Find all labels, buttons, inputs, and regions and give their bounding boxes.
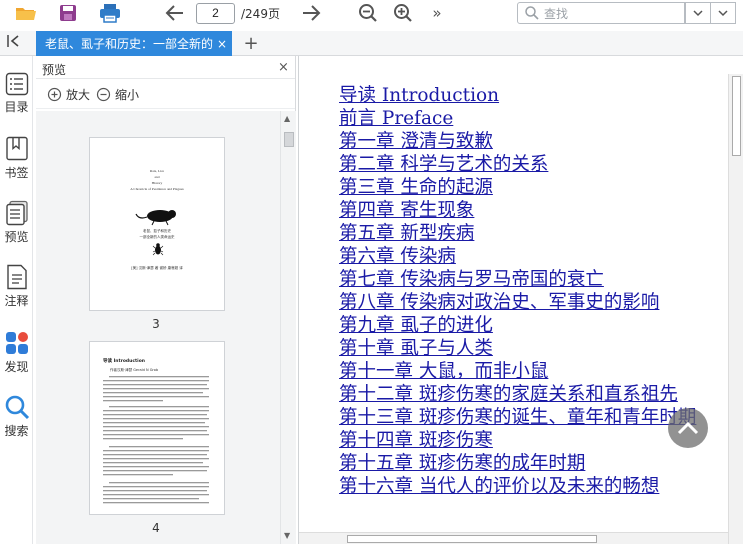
thumb-3-line: [美] 汉斯·津瑟 著 谢桥 康睿超 译: [131, 266, 183, 270]
toc-link[interactable]: 第三章 生命的起源: [339, 176, 696, 199]
toc-link[interactable]: 前言 Preface: [339, 107, 696, 130]
rail-item-discover[interactable]: 发现: [0, 330, 33, 375]
scroll-down-icon[interactable]: ▼: [284, 531, 290, 540]
chevron-up-icon: [677, 421, 699, 435]
tab-document[interactable]: 老鼠、虱子和历史：一部全新的 ×: [36, 31, 232, 56]
page-total-label: /249页: [241, 7, 280, 21]
toc-link[interactable]: 第七章 传染病与罗马帝国的衰亡: [339, 268, 696, 291]
thumbnail-page-3[interactable]: Rats, Lice and History A Chronicle of Pe…: [89, 137, 225, 311]
thumb-4-subtitle: 作者汉斯·津瑟 Gerald N Grob: [110, 368, 159, 372]
rail-item-annotation[interactable]: 注释: [0, 264, 33, 309]
page-number-input[interactable]: 2: [196, 3, 235, 24]
thumbnail-list: Rats, Lice and History A Chronicle of Pe…: [36, 111, 280, 544]
preview-header: 预览 ×: [36, 56, 295, 79]
toc-icon: [5, 72, 28, 96]
discover-icon: [5, 332, 28, 354]
toc-link[interactable]: 第二章 科学与艺术的关系: [339, 153, 696, 176]
toc-link[interactable]: 第十三章 斑疹伤寒的诞生、童年和青年时期: [339, 406, 696, 429]
preview-zoom-in-button[interactable]: 放大: [47, 86, 90, 103]
save-icon[interactable]: [56, 1, 80, 25]
rail-label-preview: 预览: [4, 230, 29, 244]
louse-illustration: [152, 243, 164, 256]
toc-link[interactable]: 导读 Introduction: [339, 84, 696, 107]
horizontal-scroll-thumb[interactable]: [347, 535, 597, 543]
toc-link[interactable]: 第六章 传染病: [339, 245, 696, 268]
preview-zoom-bar: 放大 缩小: [36, 79, 295, 109]
thumb-4-text-block: [103, 376, 209, 504]
toc-link[interactable]: 第九章 虱子的进化: [339, 314, 696, 337]
preview-icon: [5, 200, 28, 226]
toc-link[interactable]: 第一章 澄清与致歉: [339, 130, 696, 153]
back-to-top-button[interactable]: [668, 408, 708, 448]
tab-close-icon[interactable]: ×: [217, 37, 227, 51]
search-prev-icon[interactable]: [685, 2, 711, 24]
more-icon[interactable]: »: [425, 1, 449, 25]
vertical-scroll-thumb[interactable]: [732, 76, 741, 156]
preview-panel: 预览 × 放大 缩小 Rats, Lice and History A Chro…: [36, 56, 296, 544]
toc-link[interactable]: 第五章 新型疾病: [339, 222, 696, 245]
tab-label: 老鼠、虱子和历史：一部全新的: [45, 37, 213, 51]
rail-label-bookmark: 书签: [4, 166, 29, 180]
prev-page-icon[interactable]: [163, 1, 187, 25]
thumb-3-line: 一部全新的人类命运史: [139, 235, 175, 239]
search-next-icon[interactable]: [710, 2, 736, 24]
vertical-scrollbar[interactable]: [728, 74, 743, 544]
horizontal-scrollbar[interactable]: [299, 532, 729, 544]
scroll-up-icon[interactable]: ▲: [284, 114, 290, 123]
search-field-icon: [525, 6, 539, 20]
bookmark-icon: [5, 136, 28, 161]
toolbar: 2 /249页 » 查找: [0, 0, 743, 28]
toc-link[interactable]: 第十二章 斑疹伤寒的家庭关系和直系祖先: [339, 383, 696, 406]
document-page: 导读 Introduction 前言 Preface 第一章 澄清与致歉 第二章…: [298, 56, 729, 544]
toc-link[interactable]: 第十四章 斑疹伤寒: [339, 429, 696, 452]
zoom-in-icon: [47, 87, 62, 102]
search-placeholder: 查找: [544, 6, 569, 21]
toc-link[interactable]: 第十六章 当代人的评价以及未来的畅想: [339, 475, 696, 498]
thumbnail-page-number: 3: [152, 317, 160, 331]
table-of-contents: 导读 Introduction 前言 Preface 第一章 澄清与致歉 第二章…: [339, 84, 696, 498]
rail-item-search[interactable]: 搜索: [0, 394, 33, 439]
rail-label-toc: 目录: [4, 100, 29, 114]
zoom-out-icon: [96, 87, 111, 102]
rat-illustration: [135, 210, 176, 226]
rail-label-discover: 发现: [4, 360, 29, 374]
preview-scroll-thumb[interactable]: [284, 132, 294, 147]
document-view: 导读 Introduction 前言 Preface 第一章 澄清与致歉 第二章…: [298, 56, 743, 544]
thumbnail-page-4[interactable]: 导读 Introduction 作者汉斯·津瑟 Gerald N Grob: [89, 341, 225, 515]
toc-link[interactable]: 第八章 传染病对政治史、军事史的影响: [339, 291, 696, 314]
print-icon[interactable]: [98, 1, 122, 25]
zoom-out-label: 缩小: [115, 88, 140, 102]
rail-item-preview[interactable]: 预览: [0, 200, 33, 245]
zoom-in-label: 放大: [66, 88, 91, 102]
next-page-icon[interactable]: [299, 1, 323, 25]
toc-link[interactable]: 第十章 虱子与人类: [339, 337, 696, 360]
left-rail: 目录 书签 预览 注释 发现 搜索: [0, 56, 33, 544]
preview-close-icon[interactable]: ×: [278, 60, 289, 75]
rail-item-toc[interactable]: 目录: [0, 72, 33, 115]
preview-title: 预览: [42, 63, 67, 77]
rail-label-search: 搜索: [4, 424, 29, 438]
annotation-icon: [6, 264, 27, 290]
search-icon: [5, 395, 29, 420]
open-folder-icon[interactable]: [14, 1, 38, 25]
toc-link[interactable]: 第四章 寄生现象: [339, 199, 696, 222]
toc-link[interactable]: 第十五章 斑疹伤寒的成年时期: [339, 452, 696, 475]
thumb-4-title: 导读 Introduction: [103, 359, 145, 364]
zoom-in-icon[interactable]: [391, 1, 415, 25]
preview-zoom-out-button[interactable]: 缩小: [96, 86, 139, 103]
zoom-out-icon[interactable]: [356, 1, 380, 25]
thumbnail-page-number: 4: [152, 521, 160, 535]
collapse-sidebar-icon[interactable]: [6, 34, 26, 52]
rail-label-annotation: 注释: [4, 294, 29, 308]
new-tab-button[interactable]: +: [243, 33, 259, 54]
search-input[interactable]: 查找: [517, 2, 685, 24]
thumb-3-line: A Chronicle of Pestilence and Plagues: [130, 187, 184, 191]
rail-item-bookmark[interactable]: 书签: [0, 136, 33, 181]
toc-link[interactable]: 第十一章 大鼠，而非小鼠: [339, 360, 696, 383]
pdf-reader-window: 2 /249页 » 查找 老鼠、虱子和历史：一部全新的 × + 目录 书签 预览…: [0, 0, 743, 544]
preview-scrollbar[interactable]: ▲ ▼: [280, 111, 296, 544]
tab-bar: 老鼠、虱子和历史：一部全新的 × +: [0, 31, 743, 56]
